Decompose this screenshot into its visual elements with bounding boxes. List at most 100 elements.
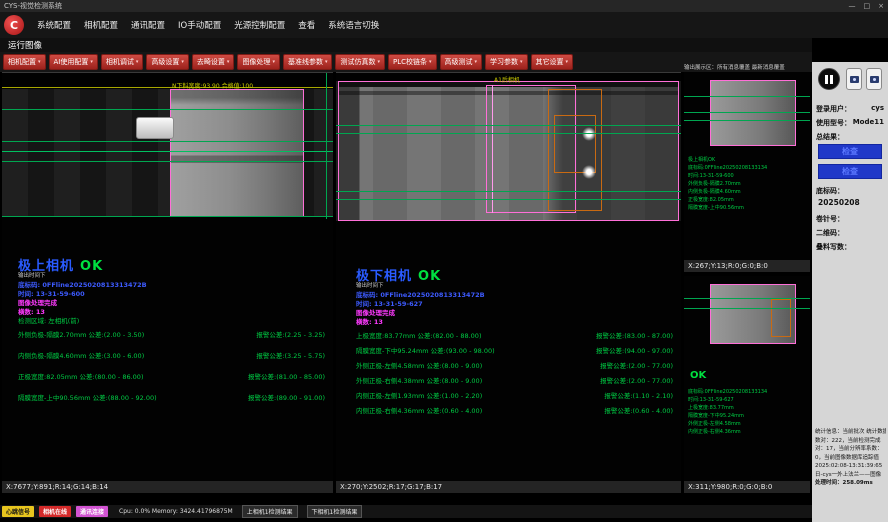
toolbar-button-label: 图像处理 <box>242 57 270 67</box>
chevron-down-icon: ▾ <box>136 59 139 65</box>
capture-button-upper[interactable] <box>846 68 862 90</box>
alarm-tolerance-text: 报警公差:(81.00 - 85.00) <box>248 371 325 381</box>
alarm-tolerance-text: 报警公差:(1.10 - 2.10) <box>604 390 673 400</box>
toolbar-button-plc[interactable]: PLC校链条▾ <box>388 54 437 70</box>
menu-item-view[interactable]: 查看 <box>298 19 315 31</box>
camera-view-lower[interactable]: A1后相机 极下相机OK 输出时间下 底标码: 0FFline202502081… <box>336 72 681 493</box>
chevron-down-icon: ▾ <box>227 59 230 65</box>
statistics-line: 2025:02:08-13:31:39:65 <box>815 462 886 471</box>
measurement-overlay-lines <box>684 298 810 299</box>
statistics-line: 日-cys一外上法兰——图像 <box>815 471 886 480</box>
thumbnail-view-lower[interactable]: OK 底标码:0FFline20250208133134 时间:13-31-59… <box>684 276 810 493</box>
thumbnail-text-line: 时间:13-31-59-600 <box>688 172 808 180</box>
measurement-row: 上极宽度:83.77mm 公差:(82.00 - 88.00)报警公差:(83.… <box>356 330 673 340</box>
roi-label: A1后相机 <box>494 75 520 84</box>
minimize-button[interactable]: — <box>849 2 856 10</box>
maximize-button[interactable]: □ <box>864 2 871 10</box>
menu-item-light-control[interactable]: 光源控制配置 <box>234 19 285 31</box>
menu-item-io-manual[interactable]: IO手动配置 <box>178 19 221 31</box>
toolbar-button-test-sim[interactable]: 测试仿真数▾ <box>335 54 385 70</box>
title-bar: CYS-视觉检测系统 — □ × <box>0 0 888 12</box>
chevron-down-icon: ▾ <box>520 59 523 65</box>
menu-bar: C 系统配置 相机配置 通讯配置 IO手动配置 光源控制配置 查看 系统语言切换 <box>0 12 888 38</box>
chevron-down-icon: ▾ <box>429 59 432 65</box>
thumbnail-text-line: 上极宽度:83.77mm <box>688 404 808 412</box>
pause-icon <box>825 75 833 84</box>
light-flare <box>582 165 596 179</box>
roi-yellow-line <box>2 87 333 88</box>
pause-button[interactable] <box>818 68 840 90</box>
menu-item-system-config[interactable]: 系统配置 <box>37 19 71 31</box>
thumbnail-text-line: 隔膜宽度-上中90.56mm <box>688 204 808 212</box>
toolbar-button-label: 相机配置 <box>8 57 36 67</box>
measurement-row: 外侧正极-左侧4.58mm 公差:(8.00 - 9.00)报警公差:(2.00… <box>356 360 673 370</box>
toolbar-button-camera-debug[interactable]: 相机调试▾ <box>101 54 144 70</box>
toolbar-button-camera-config[interactable]: 相机配置▾ <box>3 54 46 70</box>
thumbnail-text-line: 外侧负极-隔膜2.70mm <box>688 180 808 188</box>
alarm-tolerance-text: 报警公差:(89.00 - 91.00) <box>248 392 325 402</box>
measurement-row: 隔膜宽度-下中95.24mm 公差:(93.00 - 98.00) 报警公差:(9… <box>356 345 673 355</box>
toolbar-button-ai-config[interactable]: AI使用配置▾ <box>49 54 98 70</box>
output-display-bar: 输出展示区：所有消息覆盖 最新消息覆盖 <box>684 63 810 72</box>
measurement-text: 外侧正极-右侧4.38mm 公差:(8.00 - 9.00) <box>356 375 482 385</box>
tab-row: 运行图像 <box>0 38 812 52</box>
thumbnail-image <box>710 284 796 344</box>
status-bar: 心跳信号 相机在线 通讯连接 Cpu: 0.0% Memory: 3424.41… <box>0 505 812 518</box>
cpu-memory-text: Cpu: 0.0% Memory: 3424.41796875M <box>119 508 233 515</box>
result-subtext: 输出时间下 <box>18 271 46 279</box>
chevron-down-icon: ▾ <box>475 59 478 65</box>
menu-item-comm-config[interactable]: 通讯配置 <box>131 19 165 31</box>
toolbar-button-learning-params[interactable]: 学习参数▾ <box>485 54 528 70</box>
alarm-tolerance-text: 报警公差:(3.25 - 5.75) <box>256 350 325 360</box>
toolbar-button-image-process[interactable]: 图像处理▾ <box>237 54 280 70</box>
alarm-tolerance-text: 报警公差:(2.00 - 77.00) <box>600 375 673 385</box>
thumbnail-view-upper[interactable]: 极上相机OK 底标码:0FFline20250208133134 时间:13-3… <box>684 72 810 272</box>
toolbar-button-label: 学习参数 <box>490 57 518 67</box>
measurement-text: 内侧正极-右侧4.36mm 公差:(0.60 - 4.00) <box>356 405 482 415</box>
comm-status-indicator: 通讯连接 <box>76 506 108 517</box>
pixel-readout: X:7677;Y:891;R:14;G:14;B:14 <box>2 481 333 493</box>
toolbar-button-distortion[interactable]: 去畸设置▾ <box>192 54 235 70</box>
toolbar-button-other-settings[interactable]: 其它设置▾ <box>531 54 574 70</box>
roi-box-orange <box>771 299 791 337</box>
menu-item-camera-config[interactable]: 相机配置 <box>84 19 118 31</box>
measurement-text: 内侧负极-隔膜4.60mm 公差:(3.00 - 6.00) <box>18 350 144 360</box>
measurement-row: 外侧正极-右侧4.38mm 公差:(8.00 - 9.00) 报警公差:(2.00… <box>356 375 673 385</box>
alarm-tolerance-text: 报警公差:(2.25 - 3.25) <box>256 329 325 339</box>
total-result-row: 总结果： <box>816 132 884 142</box>
toolbar-button-label: PLC校链条 <box>393 57 427 67</box>
stack-count-label: 叠料写数： <box>816 242 851 252</box>
measurement-row: 内侧正极-左侧1.93mm 公差:(1.00 - 2.20)报警公差:(1.10… <box>356 390 673 400</box>
chevron-down-icon: ▾ <box>377 59 380 65</box>
chevron-down-icon: ▾ <box>325 59 328 65</box>
ok-badge: OK <box>690 370 706 381</box>
measurement-text: 隔膜宽度-下中95.24mm 公差:(93.00 - 98.00) <box>356 345 495 355</box>
tab-run-image[interactable]: 运行图像 <box>8 39 42 51</box>
alarm-tolerance-text: 报警公差:(83.00 - 87.00) <box>596 330 673 340</box>
measurement-row: 正极宽度:82.05mm 公差:(80.00 - 86.00)报警公差:(81.… <box>18 371 325 381</box>
result-indicator-lower: 检查 <box>818 164 882 179</box>
chevron-down-icon: ▾ <box>38 59 41 65</box>
toolbar-button-advanced-settings[interactable]: 高级设置▾ <box>146 54 189 70</box>
thumbnail-text-block: 极上相机OK 底标码:0FFline20250208133134 时间:13-3… <box>688 156 808 212</box>
camera-view-upper[interactable]: N下料宽度:93.90 合格值:100 极上相机OK 输出时间下 底标码: 0F… <box>2 72 333 493</box>
toolbar-button-label: 去畸设置 <box>197 57 225 67</box>
thumbnail-text-line: 隔膜宽度-下中95.24mm <box>688 412 808 420</box>
snapshot-icon <box>870 76 879 83</box>
toolbar-button-baseline-params[interactable]: 基准线参数▾ <box>283 54 333 70</box>
alarm-tolerance-text: 报警公差:(94.00 - 97.00) <box>596 345 673 355</box>
alarm-tolerance-text: 报警公差:(0.60 - 4.00) <box>604 405 673 415</box>
close-button[interactable]: × <box>878 2 884 10</box>
capture-button-lower[interactable] <box>866 68 882 90</box>
pixel-readout: X:311;Y:980;R:0;G:0;B:0 <box>684 481 810 493</box>
qr-code-label: 二维码： <box>816 228 844 238</box>
menu-item-language[interactable]: 系统语言切换 <box>328 19 379 31</box>
measurement-vertical-line <box>326 73 327 219</box>
toolbar-button-label: 其它设置 <box>536 57 564 67</box>
measurement-text: 外侧正极-左侧4.58mm 公差:(8.00 - 9.00) <box>356 360 482 370</box>
region-text: 检测区域: 左相机(前) <box>18 315 79 325</box>
login-user-value: cys <box>871 104 884 114</box>
toolbar-button-advanced-test[interactable]: 高级测试▾ <box>440 54 483 70</box>
pixel-readout: X:267;Y:13;R:0;G:0;B:0 <box>684 260 810 272</box>
statistics-line: 统计信息：当前批次 统计数据 <box>815 428 886 437</box>
